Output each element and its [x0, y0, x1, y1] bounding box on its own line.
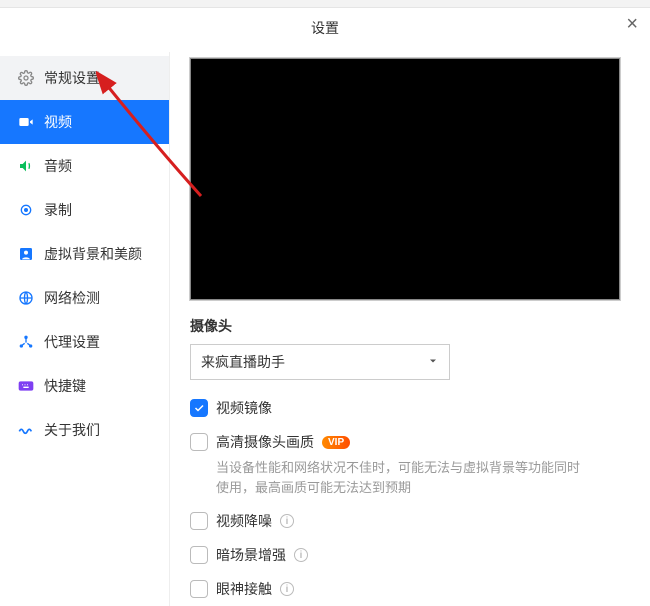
vip-badge: VIP: [322, 436, 350, 449]
sidebar-item-about[interactable]: 关于我们: [0, 408, 169, 452]
sidebar-item-proxy[interactable]: 代理设置: [0, 320, 169, 364]
sidebar: 常规设置 视频 音频 录制 虚拟背景和美颜: [0, 52, 170, 606]
sidebar-item-hotkeys[interactable]: 快捷键: [0, 364, 169, 408]
info-icon[interactable]: i: [280, 514, 294, 528]
sidebar-item-general[interactable]: 常规设置: [0, 56, 169, 100]
sidebar-item-label: 常规设置: [44, 68, 100, 88]
camera-select[interactable]: 来疯直播助手: [190, 344, 450, 380]
option-darkboost[interactable]: 暗场景增强 i: [190, 545, 630, 565]
option-label: 视频镜像: [216, 398, 272, 418]
option-label: 高清摄像头画质: [216, 432, 314, 452]
option-denoise[interactable]: 视频降噪 i: [190, 511, 630, 531]
sidebar-item-label: 音频: [44, 156, 72, 176]
option-label: 暗场景增强: [216, 545, 286, 565]
sidebar-item-label: 关于我们: [44, 420, 100, 440]
option-mirror[interactable]: 视频镜像: [190, 398, 630, 418]
video-icon: [18, 114, 34, 130]
sidebar-item-label: 网络检测: [44, 288, 100, 308]
dialog-header: 设置 ×: [0, 8, 650, 52]
sidebar-item-virtual-bg[interactable]: 虚拟背景和美颜: [0, 232, 169, 276]
chevron-down-icon: [427, 354, 439, 370]
sidebar-item-record[interactable]: 录制: [0, 188, 169, 232]
sidebar-item-label: 虚拟背景和美颜: [44, 244, 142, 264]
speaker-icon: [18, 158, 34, 174]
camera-label: 摄像头: [190, 316, 630, 336]
option-help: 当设备性能和网络状况不佳时，可能无法与虚拟背景等功能同时使用，最高画质可能无法达…: [190, 458, 590, 497]
record-icon: [18, 202, 34, 218]
nodes-icon: [18, 334, 34, 350]
info-icon[interactable]: i: [280, 582, 294, 596]
globe-icon: [18, 290, 34, 306]
sidebar-item-audio[interactable]: 音频: [0, 144, 169, 188]
checkbox-icon: [190, 546, 208, 564]
gear-icon: [18, 70, 34, 86]
sidebar-item-label: 代理设置: [44, 332, 100, 352]
sidebar-item-label: 录制: [44, 200, 72, 220]
window-topbar: [0, 0, 650, 8]
sidebar-item-network[interactable]: 网络检测: [0, 276, 169, 320]
option-hd[interactable]: 高清摄像头画质 VIP 当设备性能和网络状况不佳时，可能无法与虚拟背景等功能同时…: [190, 432, 630, 497]
checkbox-icon: [190, 399, 208, 417]
checkbox-icon: [190, 512, 208, 530]
portrait-icon: [18, 246, 34, 262]
keyboard-icon: [18, 378, 34, 394]
sidebar-item-video[interactable]: 视频: [0, 100, 169, 144]
wave-icon: [18, 422, 34, 438]
checkbox-icon: [190, 433, 208, 451]
sidebar-item-label: 视频: [44, 112, 72, 132]
close-icon[interactable]: ×: [626, 14, 638, 34]
option-eyecontact[interactable]: 眼神接触 i: [190, 579, 630, 599]
camera-selected-value: 来疯直播助手: [201, 352, 285, 372]
dialog-title: 设置: [311, 20, 339, 36]
option-label: 视频降噪: [216, 511, 272, 531]
video-preview: [190, 58, 620, 300]
sidebar-item-label: 快捷键: [44, 376, 86, 396]
main-panel: 摄像头 来疯直播助手 视频镜像 高清摄像头画质 VIP: [170, 52, 650, 606]
info-icon[interactable]: i: [294, 548, 308, 562]
checkbox-icon: [190, 580, 208, 598]
option-label: 眼神接触: [216, 579, 272, 599]
